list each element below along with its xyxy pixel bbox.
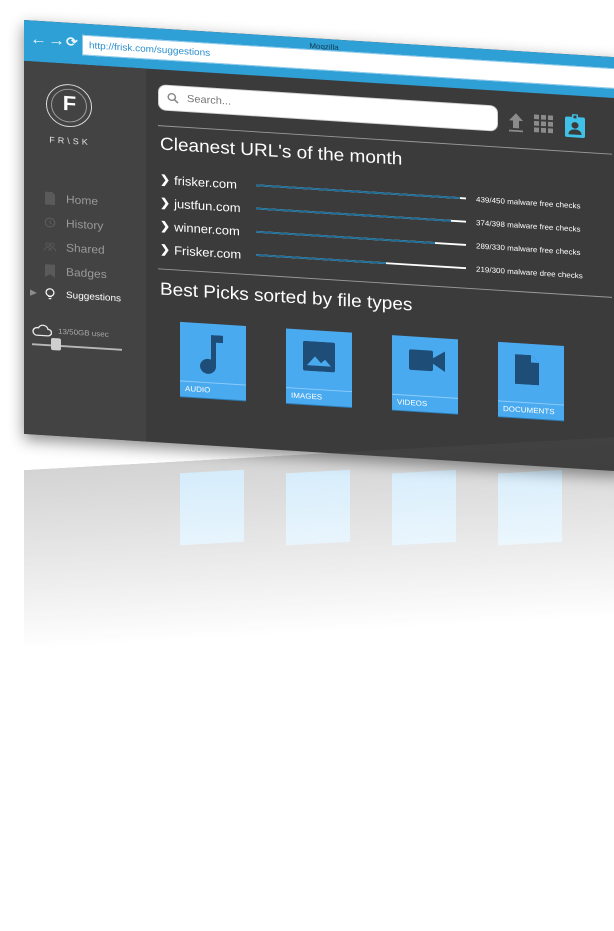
reload-icon[interactable]: ⟳ [66, 34, 78, 51]
storage-slider-handle[interactable] [51, 337, 62, 351]
check-stats: 289/330 malware free checks [476, 241, 581, 257]
logo-letter: F [62, 91, 77, 116]
tile-label: AUDIO [185, 384, 211, 395]
storage-usage: 13/50GB usec [32, 324, 109, 341]
sidebar-item-label: Suggestions [66, 290, 122, 304]
grid-icon[interactable] [534, 114, 554, 134]
sidebar-item-label: History [66, 217, 104, 233]
check-stats: 219/300 malware dree checks [476, 264, 583, 280]
progress-fill [256, 230, 435, 244]
tile-label: IMAGES [291, 391, 323, 402]
tile-images[interactable]: IMAGES [286, 328, 352, 408]
progress-bar [256, 254, 466, 270]
browser-window: ← → ⟳ Moqzilla http://frisk.com/suggesti… [24, 20, 614, 472]
chevron-right-icon: ❯ [160, 172, 171, 187]
cloud-icon [32, 324, 52, 337]
document-icon [515, 354, 539, 386]
search-input[interactable] [185, 92, 489, 125]
window-reflection [24, 436, 614, 650]
music-note-icon [200, 334, 223, 374]
sidebar-item-badges[interactable]: Badges [44, 261, 107, 284]
video-camera-icon [409, 349, 445, 372]
chevron-right-icon: ❯ [160, 242, 171, 257]
search-box[interactable] [158, 84, 498, 132]
reflection-tile [180, 469, 244, 546]
sidebar-item-label: Home [66, 192, 99, 208]
lightbulb-icon [45, 288, 55, 300]
progress-bar [256, 184, 466, 200]
storage-slider-track[interactable] [32, 343, 122, 351]
tile-label: VIDEOS [397, 397, 428, 409]
best-picks-title: Best Picks sorted by file types [160, 279, 413, 316]
chevron-right-icon: ❯ [160, 195, 171, 210]
url-link-frisker[interactable]: ❯ frisker.com [160, 172, 256, 192]
chevron-right-icon: ❯ [160, 219, 171, 233]
sidebar-item-home[interactable]: Home [44, 189, 98, 211]
main-content: Cleanest URL's of the month ❯frisker.com… [146, 69, 614, 472]
history-icon [44, 217, 56, 228]
bookmark-icon [45, 264, 55, 278]
reflection-tile [498, 469, 562, 546]
sidebar-item-history[interactable]: History [44, 213, 103, 235]
upload-icon[interactable] [508, 112, 524, 133]
progress-bar [256, 207, 466, 223]
active-arrow-icon: ▶ [30, 287, 37, 298]
url-link-justfun[interactable]: ❯ justfun.com [160, 195, 256, 215]
sidebar: F FR\SK Home History Shared Badges ▶ Sug… [24, 60, 146, 442]
sidebar-item-label: Badges [66, 265, 107, 281]
sidebar-item-label: Shared [66, 241, 105, 257]
mockup-stage: ← → ⟳ Moqzilla http://frisk.com/suggesti… [0, 0, 614, 931]
search-icon [167, 92, 179, 104]
progress-bar [256, 230, 466, 246]
people-icon [44, 242, 56, 252]
toolbar [508, 110, 586, 139]
tile-videos[interactable]: VIDEOS [392, 335, 458, 414]
file-type-tiles: AUDIO IMAGES VIDEOS DOCUMENTS [180, 321, 564, 421]
tile-audio[interactable]: AUDIO [180, 321, 246, 401]
sidebar-item-shared[interactable]: Shared [44, 237, 105, 259]
reflection-surface [24, 436, 614, 650]
check-stats: 374/398 malware free checks [476, 218, 581, 234]
cleanest-title: Cleanest URL's of the month [160, 134, 403, 170]
reflection-tile [392, 469, 456, 546]
check-stats: 439/450 malware free checks [476, 194, 581, 210]
url-link-winner[interactable]: ❯ winner.com [160, 219, 256, 239]
tile-documents[interactable]: DOCUMENTS [498, 341, 564, 421]
document-icon [45, 191, 55, 206]
tile-label: DOCUMENTS [503, 404, 555, 417]
progress-fill [256, 254, 387, 265]
progress-fill [256, 184, 460, 200]
sidebar-item-suggestions[interactable]: Suggestions [44, 284, 121, 307]
reflection-tile [286, 469, 350, 546]
badge-icon[interactable] [564, 113, 586, 139]
logo-wordmark: FR\SK [49, 135, 91, 147]
url-link-frisker-2[interactable]: ❯ Frisker.com [160, 242, 256, 262]
image-icon [303, 340, 335, 373]
storage-text: 13/50GB usec [58, 327, 109, 339]
progress-fill [256, 207, 452, 222]
